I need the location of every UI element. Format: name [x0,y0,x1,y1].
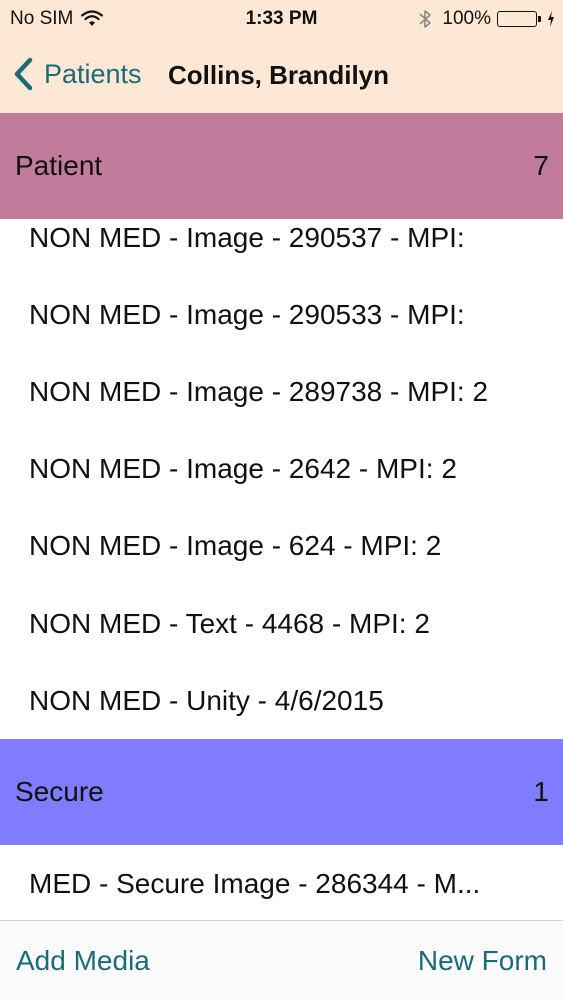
page-title: Collins, Brandilyn [168,60,390,90]
back-button-label: Patients [44,58,142,89]
list-item-label: NON MED - Image - 290533 - MPI: [29,298,465,330]
list-item-label: NON MED - Image - 289738 - MPI: 2 [29,375,489,407]
list-item[interactable]: NON MED - Image - 289738 - MPI: 2 [0,353,563,430]
status-bar: No SIM 1:33 PM 100% [0,0,563,38]
battery-icon [497,9,545,29]
list-item[interactable]: NON MED - Image - 2642 - MPI: 2 [0,430,563,507]
navigation-bar: Patients Collins, Brandilyn [0,38,563,113]
list-item-label: NON MED - Image - 290537 - MPI: [29,221,465,253]
new-form-button[interactable]: New Form [418,945,547,977]
list-item[interactable]: NON MED - Unity - 4/6/2015 [0,662,563,739]
bluetooth-icon [418,9,432,29]
list-item[interactable]: NON MED - Image - 290533 - MPI: [0,276,563,353]
chevron-left-icon [14,57,33,91]
section-title: Patient [15,150,103,181]
list-item[interactable]: NON MED - Image - 290537 - MPI: [0,199,563,276]
list-item[interactable]: NON MED - Image - 624 - MPI: 2 [0,507,563,584]
list-item[interactable]: NON MED - Text - 4468 - MPI: 2 [0,585,563,662]
charging-icon [547,10,555,28]
list-item-label: NON MED - Text - 4468 - MPI: 2 [29,607,430,639]
status-right: 100% [418,8,555,30]
list-item-label: NON MED - Image - 624 - MPI: 2 [29,529,442,561]
section-title: Secure [15,776,104,807]
add-media-button[interactable]: Add Media [16,945,150,977]
list-item[interactable]: MED - Secure Image - 286344 - M... [0,845,563,922]
section-header-secure: Secure 1 [0,739,563,845]
battery-percent: 100% [442,8,491,29]
list-item-label: NON MED - Image - 2642 - MPI: 2 [29,452,457,484]
section-count: 1 [533,776,549,807]
section-count: 7 [533,150,549,181]
bottom-toolbar: Add Media New Form [0,920,563,1000]
back-button[interactable]: Patients [12,57,142,91]
list-item-label: NON MED - Unity - 4/6/2015 [29,684,384,716]
list-item-label: MED - Secure Image - 286344 - M... [29,867,481,899]
